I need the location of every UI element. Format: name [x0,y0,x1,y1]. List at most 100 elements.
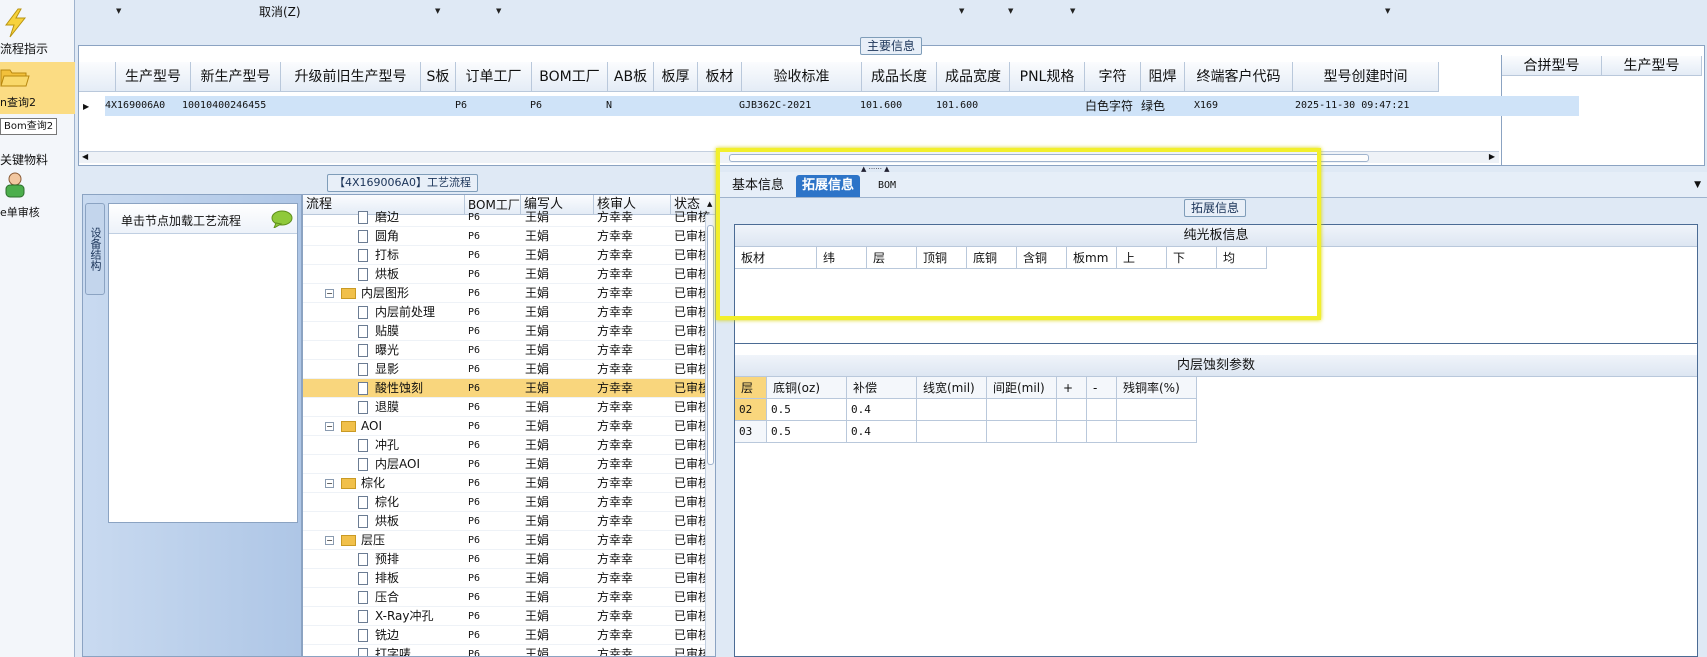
tree-row[interactable]: 烘板 P6 王娟 方幸幸 已审核 [303,512,713,531]
tab-extended-info[interactable]: 拓展信息 [796,175,861,197]
vertical-scrollbar[interactable] [705,215,715,656]
dropdown-arrow-icon[interactable]: ▼ [1385,7,1390,15]
etch-cell[interactable] [1117,399,1197,421]
col-header[interactable]: 残铜率(%) [1117,377,1197,399]
col-header[interactable]: PNL规格 [1010,62,1085,92]
col-header[interactable]: 新生产型号 [191,62,281,92]
col-header[interactable]: 成品宽度 [937,62,1010,92]
col-header[interactable]: 均 [1217,247,1267,269]
col-header[interactable]: BOM工厂 [532,62,608,92]
etch-cell[interactable] [1117,421,1197,443]
dropdown-arrow-icon[interactable]: ▼ [496,7,501,15]
col-header[interactable]: 补偿 [847,377,917,399]
col-header[interactable]: 含铜 [1017,247,1067,269]
tree-row[interactable]: 内层前处理 P6 王娟 方幸幸 已审核 [303,303,713,322]
etch-cell[interactable]: 0.5 [767,399,847,421]
tree-row[interactable]: 排板 P6 王娟 方幸幸 已审核 [303,569,713,588]
table-row[interactable]: 4X169006A0 10010400246455 P6 P6 N GJB362… [105,96,1579,116]
tab-bom[interactable]: BOM [872,175,902,197]
etch-cell[interactable] [987,399,1057,421]
collapse-icon[interactable]: − [325,479,334,488]
tree-row[interactable]: 棕化 P6 王娟 方幸幸 已审核 [303,493,713,512]
dropdown-arrow-icon[interactable]: ▼ [1070,7,1075,15]
col-header[interactable]: 订单工厂 [456,62,532,92]
col-header[interactable]: 板材 [698,62,742,92]
dropdown-arrow-icon[interactable]: ▼ [116,7,121,15]
collapse-icon[interactable]: − [325,289,334,298]
col-header[interactable]: 上 [1117,247,1167,269]
tree-row[interactable]: − 层压 P6 王娟 方幸幸 已审核 [303,531,713,550]
col-header[interactable]: - [1087,377,1117,399]
etch-cell[interactable]: 03 [735,421,767,443]
dropdown-arrow-icon[interactable]: ▼ [1694,180,1701,190]
tree-row[interactable]: 冲孔 P6 王娟 方幸幸 已审核 [303,436,713,455]
tree-row[interactable]: 打字唛 P6 王娟 方幸幸 已审核 [303,645,713,656]
col-header[interactable]: S板 [421,62,456,92]
col-header[interactable]: 生产型号 [1602,56,1702,76]
etch-cell[interactable] [917,421,987,443]
tree-row[interactable]: 显影 P6 王娟 方幸幸 已审核 [303,360,713,379]
col-header[interactable]: 底铜(oz) [767,377,847,399]
collapse-icon[interactable]: − [325,422,334,431]
tree-row[interactable]: 预排 P6 王娟 方幸幸 已审核 [303,550,713,569]
tree-row[interactable]: 铣边 P6 王娟 方幸幸 已审核 [303,626,713,645]
col-header[interactable]: 成品长度 [862,62,937,92]
col-header[interactable]: 阻焊 [1141,62,1185,92]
etch-cell[interactable]: 02 [735,399,767,421]
col-header[interactable]: 验收标准 [742,62,862,92]
etch-cell[interactable]: 0.5 [767,421,847,443]
col-header[interactable]: 字符 [1085,62,1141,92]
col-header[interactable]: 纬 [817,247,867,269]
col-header[interactable]: 线宽(mil) [917,377,987,399]
splitter-grip[interactable]: ▲ ······ ▲ [861,166,921,173]
horizontal-scrollbar[interactable]: ◀ ▶ [79,151,1499,163]
col-header[interactable]: 终端客户代码 [1185,62,1293,92]
tree-row[interactable]: − 内层图形 P6 王娟 方幸幸 已审核 [303,284,713,303]
tree-row[interactable]: 圆角 P6 王娟 方幸幸 已审核 [303,227,713,246]
col-header[interactable]: 生产型号 [116,62,191,92]
col-header[interactable]: 层 [735,377,767,399]
col-header[interactable]: 合拼型号 [1502,56,1602,76]
tree-row[interactable]: 内层AOI P6 王娟 方幸幸 已审核 [303,455,713,474]
col-header[interactable]: 顶铜 [917,247,967,269]
tree-row[interactable]: X-Ray冲孔 P6 王娟 方幸幸 已审核 [303,607,713,626]
col-header[interactable]: 层 [867,247,917,269]
tree-row[interactable]: − AOI P6 王娟 方幸幸 已审核 [303,417,713,436]
col-header[interactable]: 间距(mil) [987,377,1057,399]
tab-basic-info[interactable]: 基本信息 [726,175,790,197]
etch-cell[interactable]: 0.4 [847,399,917,421]
etch-cell[interactable] [917,399,987,421]
nav-item-process-guide[interactable]: 流程指示 [0,0,75,56]
tree-row[interactable]: 酸性蚀刻 P6 王娟 方幸幸 已审核 [303,379,713,398]
etch-cell[interactable] [1087,399,1117,421]
collapse-icon[interactable]: − [325,536,334,545]
scrollbar-thumb[interactable] [729,154,1369,162]
col-header[interactable]: 板厚 [654,62,698,92]
dropdown-arrow-icon[interactable]: ▼ [1008,7,1013,15]
col-header[interactable]: 板材 [735,247,817,269]
dropdown-arrow-icon[interactable]: ▼ [435,7,440,15]
col-header[interactable]: 底铜 [967,247,1017,269]
dropdown-arrow-icon[interactable]: ▼ [959,7,964,15]
col-header[interactable]: 板mm [1067,247,1117,269]
etch-cell[interactable] [1057,421,1087,443]
tree-row[interactable]: 贴膜 P6 王娟 方幸幸 已审核 [303,322,713,341]
tree-row[interactable]: 曝光 P6 王娟 方幸幸 已审核 [303,341,713,360]
col-header[interactable]: 型号创建时间 [1293,62,1439,92]
tree-row[interactable]: 压合 P6 王娟 方幸幸 已审核 [303,588,713,607]
etch-cell[interactable] [1087,421,1117,443]
cancel-button[interactable]: 取消(Z) [259,3,301,20]
col-header[interactable]: 升级前旧生产型号 [281,62,421,92]
nav-item-key-material[interactable]: 关键物料 [0,135,75,170]
tree-row[interactable]: 打标 P6 王娟 方幸幸 已审核 [303,246,713,265]
scroll-left-icon[interactable]: ◀ [82,152,88,161]
nav-item-bom-query2[interactable]: n查询2 [0,62,75,114]
scrollbar-thumb[interactable] [707,225,714,465]
col-header[interactable]: AB板 [608,62,654,92]
etch-cell[interactable]: 0.4 [847,421,917,443]
tree-row[interactable]: 退膜 P6 王娟 方幸幸 已审核 [303,398,713,417]
scroll-right-icon[interactable]: ▶ [1489,152,1495,161]
tree-row[interactable]: 烘板 P6 王娟 方幸幸 已审核 [303,265,713,284]
tree-row[interactable]: 磨边 P6 王娟 方幸幸 已审核 [303,208,713,227]
side-tab[interactable]: 设备结构 [85,203,105,295]
